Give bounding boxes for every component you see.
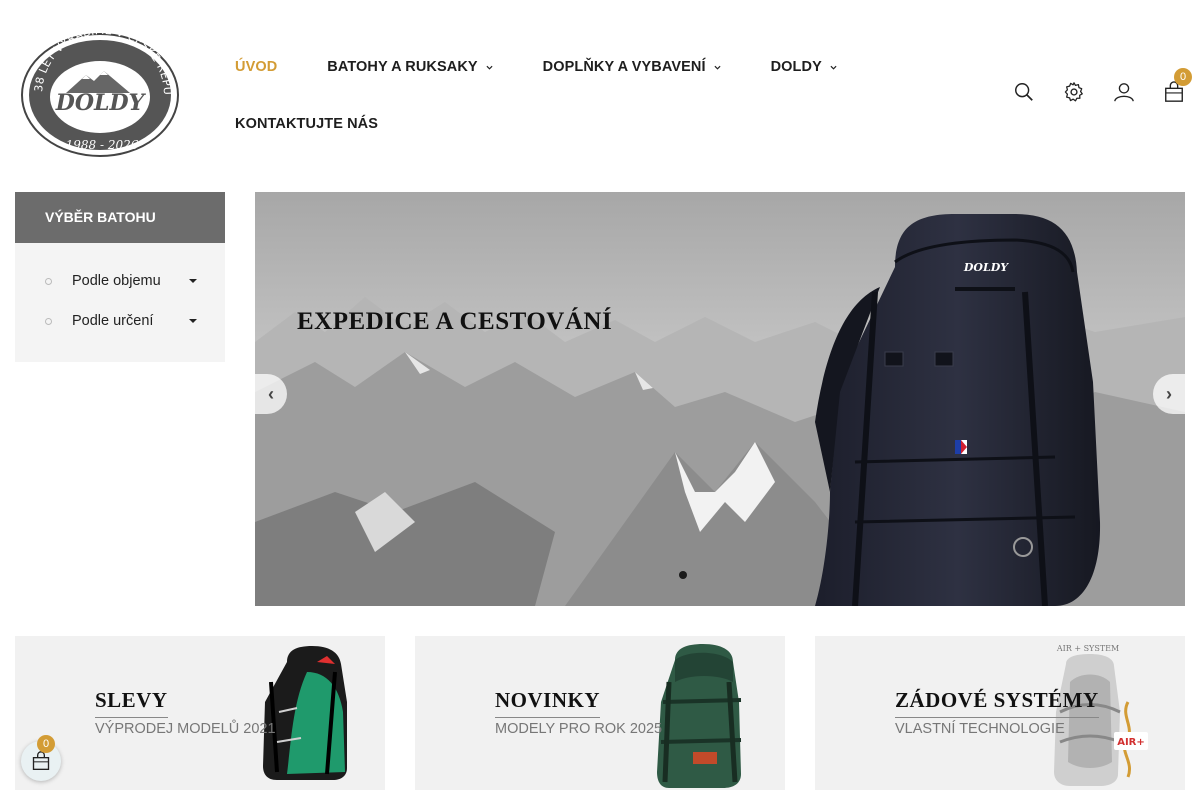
bullet-icon <box>45 277 52 285</box>
air-system-text: AIR + SYSTEM <box>1056 644 1119 653</box>
sidebar-item-label: Podle objemu <box>72 273 161 289</box>
air-plus-badge-text: AIR+ <box>1117 737 1145 748</box>
chevron-down-icon <box>830 65 837 70</box>
nav-item-doldy[interactable]: DOLDY <box>771 59 837 75</box>
logo-years: 1988 - 2026 <box>66 138 139 152</box>
slider-dots <box>679 571 687 579</box>
caret-down-icon[interactable] <box>189 319 197 323</box>
shopping-bag-icon <box>32 751 50 770</box>
main-navigation: ÚVOD BATOHY A RUKSAKY DOPLŇKY A VYBAVENÍ… <box>235 55 915 136</box>
promo-card-zadove-systemy[interactable]: AIR + SYSTEM AIR+ ZÁDOVÉ SYSTÉMY VLASTNÍ… <box>815 636 1185 790</box>
account-button[interactable] <box>1112 80 1136 104</box>
nav-row-1: ÚVOD BATOHY A RUKSAKY DOPLŇKY A VYBAVENÍ… <box>235 55 915 79</box>
nav-item-batohy[interactable]: BATOHY A RUKSAKY <box>327 59 493 75</box>
gear-icon <box>1064 82 1083 102</box>
promo-card-novinky[interactable]: NOVINKY MODELY PRO ROK 2025 <box>415 636 785 790</box>
green-backpack-image <box>263 646 347 780</box>
promo-subtitle: VÝPRODEJ MODELŮ 2021 <box>95 721 276 737</box>
bullet-icon <box>45 317 52 325</box>
settings-button[interactable] <box>1062 80 1086 104</box>
chevron-down-icon <box>714 65 721 70</box>
user-icon <box>1114 83 1134 102</box>
hero-slider: DOLDY EXPEDICE A CESTOVÁNÍ ‹ › <box>255 192 1185 606</box>
chevron-left-icon: ‹ <box>268 383 274 404</box>
green-backpack-image <box>657 644 742 788</box>
sidebar-title: VÝBĚR BATOHU <box>15 192 225 243</box>
hero-image: DOLDY <box>255 192 1185 606</box>
logo-brand: DOLDY <box>55 90 147 116</box>
nav-item-doplnky[interactable]: DOPLŇKY A VYBAVENÍ <box>543 59 721 75</box>
cart-count-badge: 0 <box>1174 68 1192 86</box>
nav-item-kontakt[interactable]: KONTAKTUJTE NÁS <box>235 116 378 132</box>
backpack-brand-text: DOLDY <box>963 261 1009 274</box>
sidebar-item-label: Podle určení <box>72 313 154 329</box>
nav-item-label: BATOHY A RUKSAKY <box>327 59 478 75</box>
sidebar-item-podle-urceni[interactable]: Podle určení <box>15 301 225 341</box>
sidebar-list: Podle objemu Podle určení <box>15 243 225 341</box>
page: 38 LET VYRÁBÍME V ČESKÉ REPUBLICE DOLDY … <box>0 0 1200 800</box>
backpack-filter-sidebar: VÝBĚR BATOHU Podle objemu Podle určení <box>15 192 225 362</box>
doldy-logo[interactable]: 38 LET VYRÁBÍME V ČESKÉ REPUBLICE DOLDY … <box>20 33 180 157</box>
slider-dot-active[interactable] <box>679 571 687 579</box>
header-icons: 0 <box>986 68 1192 104</box>
promo-card-slevy[interactable]: SLEVY VÝPRODEJ MODELŮ 2021 <box>15 636 385 790</box>
chevron-right-icon: › <box>1166 383 1172 404</box>
nav-item-uvod[interactable]: ÚVOD <box>235 59 277 75</box>
nav-row-2: KONTAKTUJTE NÁS <box>235 112 915 136</box>
floating-cart-count: 0 <box>37 735 55 753</box>
promo-subtitle: VLASTNÍ TECHNOLOGIE <box>895 721 1065 737</box>
nav-item-label: KONTAKTUJTE NÁS <box>235 116 379 132</box>
nav-item-label: DOLDY <box>770 59 822 75</box>
floating-cart-button[interactable]: 0 <box>21 735 61 781</box>
nav-item-label: DOPLŇKY A VYBAVENÍ <box>542 59 706 75</box>
slider-next-button[interactable]: › <box>1153 374 1185 414</box>
nav-item-label: ÚVOD <box>235 59 278 75</box>
promo-title: SLEVY <box>95 688 168 718</box>
caret-down-icon[interactable] <box>189 279 197 283</box>
promo-title: ZÁDOVÉ SYSTÉMY <box>895 688 1099 718</box>
chevron-down-icon <box>486 65 493 70</box>
search-icon <box>1015 83 1033 101</box>
promo-title: NOVINKY <box>495 688 601 718</box>
sidebar-item-podle-objemu[interactable]: Podle objemu <box>15 261 225 301</box>
cart-button[interactable]: 0 <box>1162 68 1192 104</box>
promo-subtitle: MODELY PRO ROK 2025 <box>495 721 663 737</box>
search-button[interactable] <box>1012 80 1036 104</box>
hero-title: EXPEDICE A CESTOVÁNÍ <box>297 308 613 335</box>
